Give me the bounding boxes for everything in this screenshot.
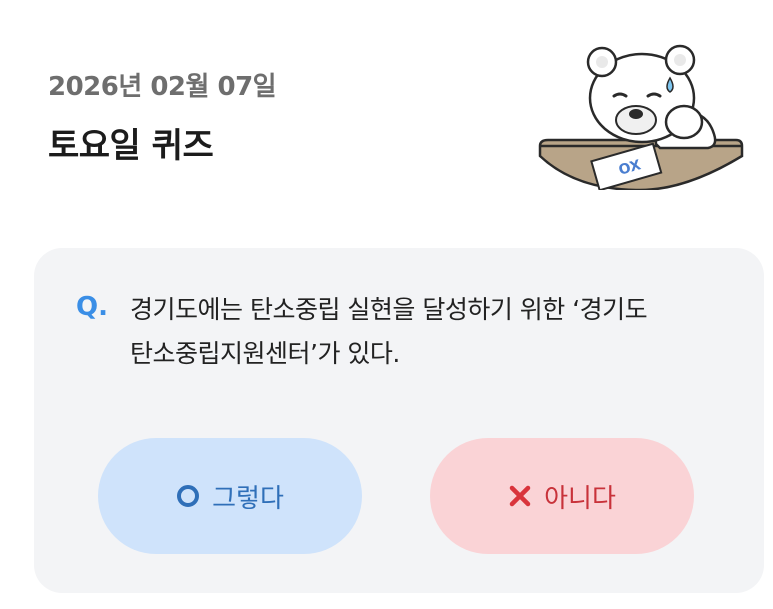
answer-no-button[interactable]: 아니다	[430, 438, 694, 554]
question-line-1: 경기도에는 탄소중립 실현을 달성하기 위한 ‘경기도	[130, 295, 648, 324]
quiz-page: 2026년 02월 07일 토요일 퀴즈 OX Q. 경기도에는 탄소중립 실현…	[0, 0, 773, 609]
page-title: 토요일 퀴즈	[48, 126, 214, 166]
answer-yes-button[interactable]: 그렇다	[98, 438, 362, 554]
question-line-2: 탄소중립지원센터’가 있다.	[130, 339, 400, 368]
answer-no-label: 아니다	[544, 483, 616, 514]
question-label: Q.	[76, 292, 108, 322]
answer-yes-label: 그렇다	[212, 483, 284, 514]
bear-thinking-icon: OX	[538, 44, 744, 190]
question-text: 경기도에는 탄소중립 실현을 달성하기 위한 ‘경기도 탄소중립지원센터’가 있…	[130, 288, 710, 376]
quiz-card: Q. 경기도에는 탄소중립 실현을 달성하기 위한 ‘경기도 탄소중립지원센터’…	[34, 248, 764, 593]
circle-o-icon	[177, 485, 200, 507]
x-mark-icon	[509, 485, 531, 507]
quiz-date: 2026년 02월 07일	[48, 72, 277, 102]
